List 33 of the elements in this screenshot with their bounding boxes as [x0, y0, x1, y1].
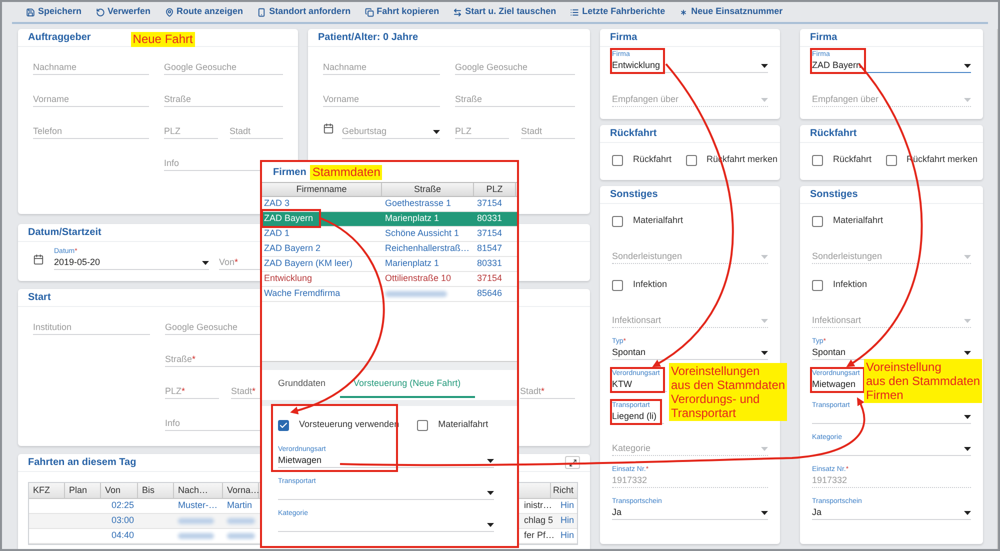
table-cell-text: Hin: [560, 514, 574, 528]
card-title: Sonstiges: [810, 188, 858, 202]
card-title: Sonstiges: [610, 188, 658, 202]
annotation-note: Neue Fahrt: [130, 32, 195, 47]
annotation-note: Voreinstellung aus den Stammdaten Firmen: [864, 359, 982, 403]
checkbox-label: Materialfahrt: [633, 214, 684, 228]
table-cell-text: 04:40: [110, 529, 135, 542]
card-title: Firma: [610, 31, 638, 45]
checkbox-label: Infektion: [633, 278, 668, 292]
card-title: Patient/Alter: 0 Jahre: [318, 31, 418, 45]
checkbox-label: Materialfahrt: [438, 418, 488, 432]
checkbox-label: Rückfahrt: [633, 153, 672, 166]
card-title: Fahrten an diesem Tag: [28, 456, 136, 470]
table-cell-text: fer Pf…: [524, 529, 555, 542]
card-title: Start: [28, 291, 51, 305]
card-title: Rückfahrt: [610, 127, 657, 141]
card-title: Datum/Startzeit: [28, 226, 102, 240]
annotation-note: Voreinstellungen aus den Stammdaten Verordungs- und Transportart: [669, 363, 788, 421]
table-cell-text: inistr…: [524, 499, 552, 512]
table-cell-text: 02:25: [110, 499, 135, 512]
card-title: Rückfahrt: [810, 127, 857, 141]
table-cell-text: chlag 5: [524, 514, 554, 528]
checkbox-label: Infektion: [833, 278, 868, 292]
card-title: Auftraggeber: [28, 31, 91, 45]
table-cell-text: 03:00: [110, 514, 135, 528]
card-title: Firma: [810, 31, 838, 45]
checkbox-label: Rückfahrt: [833, 153, 872, 166]
table-cell-text: Martin: [227, 499, 252, 512]
checkbox-label: Materialfahrt: [833, 214, 884, 228]
table-cell-text: Muster-…: [178, 499, 218, 512]
annotation-note: Stammdaten: [310, 164, 382, 180]
table-cell-text: Hin: [560, 499, 574, 512]
table-cell-text: Hin: [560, 529, 574, 542]
